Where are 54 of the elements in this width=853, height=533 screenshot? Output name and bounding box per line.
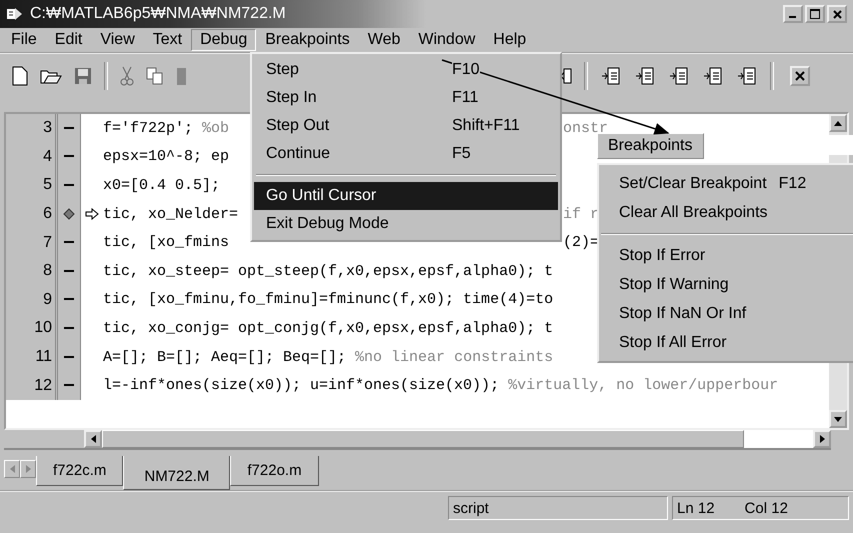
code-text: tic, xo_steep= opt_steep(f,x0,epsx,epsf,alpha0); t — [103, 262, 554, 280]
line-number: 8 — [43, 262, 52, 280]
submenu-title: Breakpoints — [597, 133, 704, 159]
comment-text: %ob — [202, 120, 230, 137]
menu-entry[interactable]: Stop If NaN Or Inf — [599, 299, 853, 328]
menu-item[interactable]: Debug — [191, 29, 256, 51]
menu-item[interactable]: File — [2, 29, 46, 51]
menu-item[interactable]: Text — [144, 29, 192, 51]
code-text: tic, [xo_fmins — [103, 234, 230, 252]
menu-entry[interactable]: Step F10 — [254, 56, 558, 84]
file-tab[interactable]: NM722.M — [123, 456, 230, 490]
status-line: Ln 12 — [677, 500, 715, 516]
code-text: tic, xo_Nelder= — [103, 206, 238, 223]
comment-text: %virtually, no lower/upperbour — [508, 377, 778, 394]
code-text: tic, [xo_fminu,fo_fminu]=fminunc(f,x0); time(4)=to — [103, 291, 554, 308]
line-number: 12 — [34, 376, 52, 395]
menu-entry[interactable]: Exit Debug Mode — [254, 210, 558, 238]
menu-entry[interactable]: Step Out Shift+F11 — [254, 112, 558, 140]
menu-entry[interactable]: Stop If All Error — [599, 328, 853, 357]
line-number: 10 — [34, 319, 52, 338]
menu-item[interactable]: Web — [358, 29, 410, 51]
menu-item[interactable]: Window — [409, 29, 484, 51]
line-number: 11 — [35, 348, 52, 366]
code-text: (2)= — [563, 234, 600, 252]
menu-item[interactable]: Help — [484, 29, 536, 51]
line-number: 3 — [43, 119, 52, 138]
code-text: l=-inf*ones(size(x0)); u=inf*ones(size(x0)); — [103, 377, 500, 394]
menu-entry[interactable]: Go Until Cursor — [254, 182, 558, 210]
status-mode: script — [448, 496, 668, 520]
line-number: 6 — [43, 205, 52, 224]
code-text: epsx=10^-8; ep — [103, 148, 230, 166]
file-tab[interactable]: f722o.m — [230, 456, 319, 486]
window-title: C:₩MATLAB6p5₩NMA₩NM722.M — [30, 5, 286, 23]
menu-item[interactable]: Edit — [46, 29, 92, 51]
code-text: x0=[0.4 0.5]; — [103, 176, 220, 194]
comment-text: if r — [563, 206, 600, 223]
status-column: Col 12 — [744, 500, 788, 516]
menu-item[interactable]: Breakpoints — [256, 29, 359, 51]
line-number: 9 — [43, 290, 52, 309]
comment-text: %no linear constraints — [355, 348, 554, 366]
line-number: 5 — [43, 176, 52, 194]
menu-item[interactable]: View — [91, 29, 144, 51]
line-number: 4 — [43, 148, 52, 166]
code-text: A=[]; B=[]; Aeq=[]; Beq=[]; — [103, 348, 348, 366]
line-number: 7 — [43, 234, 52, 252]
code-text: tic, xo_conjg= opt_conjg(f,x0,epsx,epsf,alpha0); t — [103, 320, 554, 337]
file-tab[interactable]: f722c.m — [36, 456, 124, 486]
menu-entry[interactable]: Stop If Warning — [599, 270, 853, 299]
code-text: f='f722p'; — [103, 120, 194, 137]
menu-entry[interactable]: Step In F11 — [254, 84, 558, 112]
menu-entry[interactable]: Stop If Error — [599, 241, 853, 270]
menu-entry[interactable]: Continue F5 — [254, 140, 558, 168]
menu-entry[interactable]: Clear All Breakpoints — [599, 198, 853, 227]
menu-entry[interactable]: Set/Clear Breakpoint F12 — [599, 169, 853, 198]
